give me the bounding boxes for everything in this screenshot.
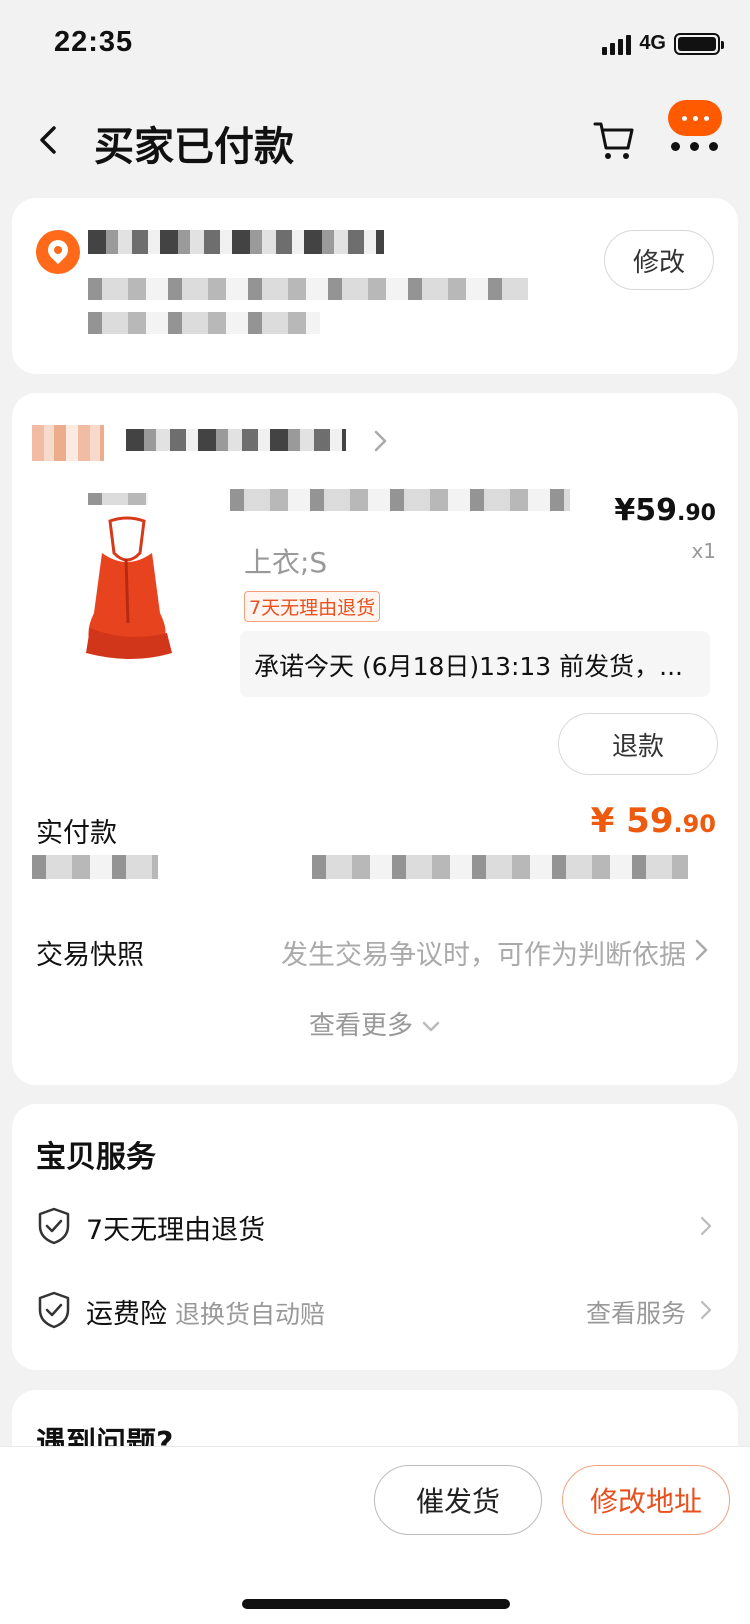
shield-check-icon <box>38 1291 70 1329</box>
battery-icon <box>674 32 724 55</box>
paid-label: 实付款 <box>36 818 117 849</box>
shop-logo[interactable] <box>32 425 104 461</box>
address-redacted-line2 <box>88 312 320 334</box>
chevron-right-icon <box>700 1216 712 1236</box>
chevron-right-icon <box>700 1300 712 1320</box>
product-title-redacted[interactable] <box>230 489 570 511</box>
service-row-freight[interactable]: 运费险 退换货自动赔 查看服务 <box>36 1290 716 1330</box>
service-title: 宝贝服务 <box>36 1140 156 1175</box>
signal-icon <box>602 33 632 55</box>
recipient-redacted <box>88 230 384 254</box>
nav-bar: 买家已付款 <box>0 100 750 180</box>
service-sublabel: 退换货自动赔 <box>175 1300 326 1329</box>
return-policy-tag: 7天无理由退货 <box>244 591 381 622</box>
status-bar: 22:35 4G <box>0 0 750 90</box>
urge-shipping-button[interactable]: 催发货 <box>374 1465 542 1535</box>
change-address-button[interactable]: 修改地址 <box>562 1465 730 1535</box>
network-type: 4G <box>639 32 666 54</box>
product-image[interactable] <box>52 493 202 683</box>
bottom-action-bar: 催发货 修改地址 <box>0 1446 750 1624</box>
back-icon[interactable] <box>32 122 68 158</box>
status-indicators: 4G <box>602 32 724 55</box>
address-card[interactable]: 修改 <box>12 198 738 374</box>
item-variant: 上衣;S <box>244 546 328 579</box>
home-indicator[interactable] <box>242 1599 510 1609</box>
order-info-value-redacted <box>312 855 688 879</box>
see-more-button[interactable]: 查看更多 <box>12 1005 738 1042</box>
snapshot-label[interactable]: 交易快照 <box>36 933 144 972</box>
order-info-label-redacted <box>32 855 158 879</box>
service-label: 7天无理由退货 <box>86 1215 266 1246</box>
status-time: 22:35 <box>54 26 134 58</box>
order-card: ¥59.90 x1 上衣;S 7天无理由退货 承诺今天 (6月18日)13:13… <box>12 393 738 1085</box>
modify-address-button[interactable]: 修改 <box>604 230 714 290</box>
service-row-return[interactable]: 7天无理由退货 <box>36 1206 716 1246</box>
shipping-promise[interactable]: 承诺今天 (6月18日)13:13 前发货，... <box>240 631 710 697</box>
address-redacted-line1 <box>88 278 528 300</box>
item-price: ¥59.90 <box>614 493 716 528</box>
more-icon[interactable] <box>668 100 726 152</box>
chevron-right-icon[interactable] <box>690 937 712 963</box>
item-quantity: x1 <box>691 539 716 563</box>
snapshot-hint[interactable]: 发生交易争议时，可作为判断依据 <box>281 933 686 972</box>
paid-amount: ¥ 59.90 <box>590 801 716 841</box>
shop-name-redacted[interactable] <box>126 429 346 451</box>
location-pin-icon <box>36 230 80 274</box>
chevron-down-icon <box>422 1021 440 1031</box>
view-service-link[interactable]: 查看服务 <box>586 1294 686 1330</box>
service-label: 运费险 退换货自动赔 <box>86 1299 326 1330</box>
shield-check-icon <box>38 1207 70 1245</box>
chevron-right-icon[interactable] <box>368 429 392 453</box>
refund-button[interactable]: 退款 <box>558 713 718 775</box>
service-card: 宝贝服务 7天无理由退货 运费险 退换货自动赔 查看服务 <box>12 1104 738 1370</box>
cart-icon[interactable] <box>592 118 636 162</box>
page-title: 买家已付款 <box>94 124 294 170</box>
